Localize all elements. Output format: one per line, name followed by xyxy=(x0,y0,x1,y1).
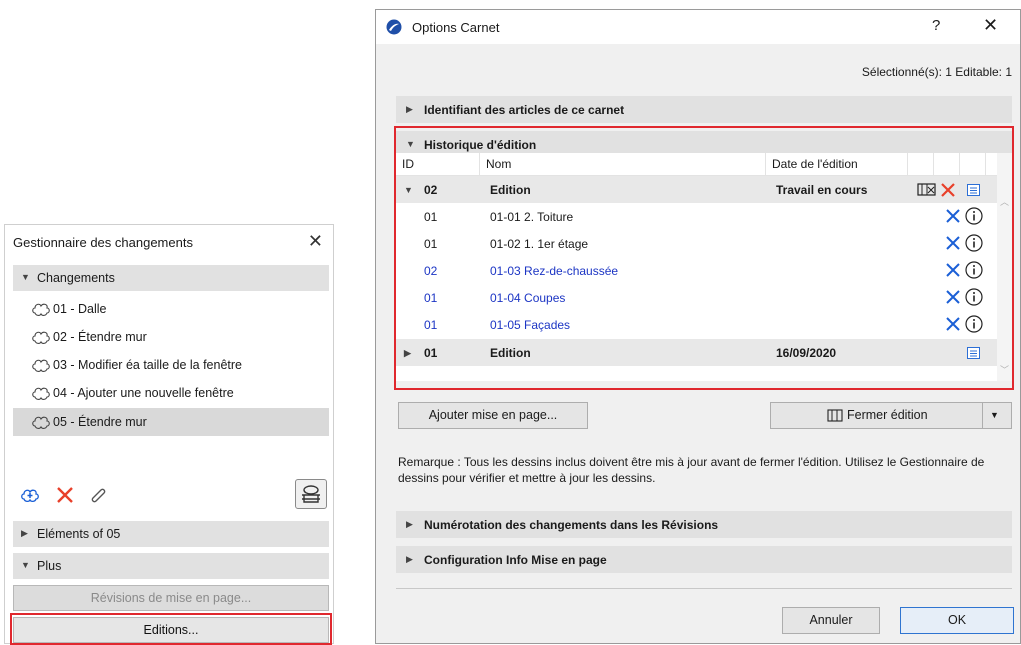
cancel-button[interactable]: Annuler xyxy=(782,607,880,634)
change-item[interactable]: 04 - Ajouter une nouvelle fenêtre xyxy=(13,379,329,407)
history-highlight-frame xyxy=(394,126,1014,390)
expand-arrow-icon: ▶ xyxy=(406,519,413,529)
change-toolbar xyxy=(13,479,329,513)
close-icon[interactable]: ✕ xyxy=(983,15,998,36)
revision-cloud-icon xyxy=(32,331,50,344)
book-options-dialog: Options Carnet ? ✕ Sélectionné(s): 1 Edi… xyxy=(375,9,1021,644)
delete-icon[interactable] xyxy=(53,483,77,507)
layout-revisions-button[interactable]: Révisions de mise en page... xyxy=(13,585,329,611)
change-item[interactable]: 01 - Dalle xyxy=(13,295,329,323)
panel-title: Gestionnaire des changements xyxy=(13,235,193,250)
dialog-titlebar: Options Carnet ? ✕ xyxy=(376,10,1020,44)
config-section-header[interactable]: ▶ Configuration Info Mise en page xyxy=(396,546,1012,573)
revision-cloud-icon xyxy=(32,303,50,316)
help-icon[interactable]: ? xyxy=(932,17,940,34)
add-layout-button[interactable]: Ajouter mise en page... xyxy=(398,402,588,429)
collapse-arrow-icon: ▼ xyxy=(21,560,30,570)
expand-arrow-icon: ▶ xyxy=(406,554,413,564)
close-issue-button[interactable]: Fermer édition xyxy=(771,403,983,428)
changes-section-label: Changements xyxy=(37,271,115,285)
revision-cloud-icon xyxy=(32,387,50,400)
panel-titlebar: Gestionnaire des changements ✕ xyxy=(5,225,333,261)
change-label: 01 - Dalle xyxy=(53,302,107,316)
collapse-arrow-icon: ▼ xyxy=(21,272,30,282)
change-label: 05 - Étendre mur xyxy=(53,415,147,429)
config-section-label: Configuration Info Mise en page xyxy=(424,553,607,567)
change-item-selected[interactable]: 05 - Étendre mur xyxy=(13,408,329,436)
change-item[interactable]: 02 - Étendre mur xyxy=(13,323,329,351)
attach-icon[interactable] xyxy=(87,483,111,507)
change-label: 04 - Ajouter une nouvelle fenêtre xyxy=(53,386,234,400)
numbering-section-header[interactable]: ▶ Numérotation des changements dans les … xyxy=(396,511,1012,538)
close-issue-split-button: Fermer édition ▼ xyxy=(770,402,1012,429)
dialog-title: Options Carnet xyxy=(412,20,500,35)
elements-section-label: Eléments of 05 xyxy=(37,527,121,541)
more-section-header[interactable]: ▼ Plus xyxy=(13,553,329,579)
add-change-icon[interactable] xyxy=(19,483,43,507)
divider xyxy=(396,588,1012,589)
ok-button[interactable]: OK xyxy=(900,607,1014,634)
numbering-section-label: Numérotation des changements dans les Ré… xyxy=(424,518,719,532)
change-label: 02 - Étendre mur xyxy=(53,330,147,344)
revision-cloud-icon xyxy=(32,416,50,429)
editions-highlight-frame xyxy=(10,613,332,645)
identifiers-section-header[interactable]: ▶ Identifiant des articles de ce carnet xyxy=(396,96,1012,123)
changes-section-header[interactable]: ▼ Changements xyxy=(13,265,329,291)
revision-cloud-icon xyxy=(32,359,50,372)
settings-stack-button[interactable] xyxy=(295,479,327,509)
change-item[interactable]: 03 - Modifier éa taille de la fenêtre xyxy=(13,351,329,379)
note-text: Remarque : Tous les dessins inclus doive… xyxy=(398,455,985,485)
change-manager-panel: Gestionnaire des changements ✕ ▼ Changem… xyxy=(4,224,334,645)
close-issue-label: Fermer édition xyxy=(847,408,928,422)
close-icon[interactable]: ✕ xyxy=(308,231,323,252)
expand-arrow-icon: ▶ xyxy=(406,104,413,114)
identifiers-section-label: Identifiant des articles de ce carnet xyxy=(424,103,625,117)
expand-arrow-icon: ▶ xyxy=(21,528,28,538)
app-logo-icon xyxy=(386,19,402,35)
selection-info: Sélectionné(s): 1 Editable: 1 xyxy=(861,65,1012,79)
change-label: 03 - Modifier éa taille de la fenêtre xyxy=(53,358,242,372)
more-section-label: Plus xyxy=(37,559,62,573)
dropdown-arrow-icon[interactable]: ▼ xyxy=(990,403,999,428)
settings-stack-icon xyxy=(302,485,320,503)
elements-section-header[interactable]: ▶ Eléments of 05 xyxy=(13,521,329,547)
close-issue-icon xyxy=(827,409,843,422)
